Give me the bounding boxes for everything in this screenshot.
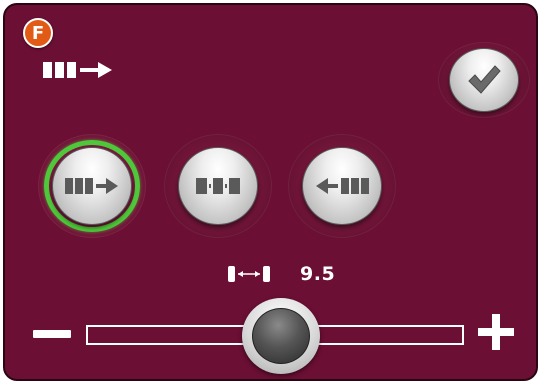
blocks-centered-icon: [196, 178, 240, 194]
mode-blocks-right-button[interactable]: [38, 134, 146, 238]
minus-icon[interactable]: [33, 330, 71, 338]
slider-knob: [252, 308, 310, 364]
mode-blocks-centered-button[interactable]: [164, 134, 272, 238]
width-spacing-icon: [228, 266, 270, 282]
mode-blocks-centered-cap[interactable]: [178, 147, 258, 225]
slider-thumb[interactable]: [242, 298, 320, 374]
mode-left-arrow-blocks-cap[interactable]: [302, 147, 382, 225]
confirm-button[interactable]: [438, 42, 530, 118]
mode-left-arrow-blocks-button[interactable]: [288, 134, 396, 238]
width-value: 9.5: [300, 263, 336, 285]
blocks-right-arrow-icon: [65, 178, 118, 194]
section-badge: F: [23, 18, 53, 48]
confirm-button-cap[interactable]: [449, 48, 519, 112]
mode-blocks-right-cap[interactable]: [52, 147, 132, 225]
checkmark-icon: [468, 65, 501, 94]
blocks-right-arrow-icon: [43, 62, 112, 78]
left-arrow-blocks-icon: [316, 178, 369, 194]
width-value-readout: 9.5: [226, 262, 335, 286]
plus-vertical-bar: [492, 314, 500, 350]
plus-icon[interactable]: [478, 314, 514, 350]
